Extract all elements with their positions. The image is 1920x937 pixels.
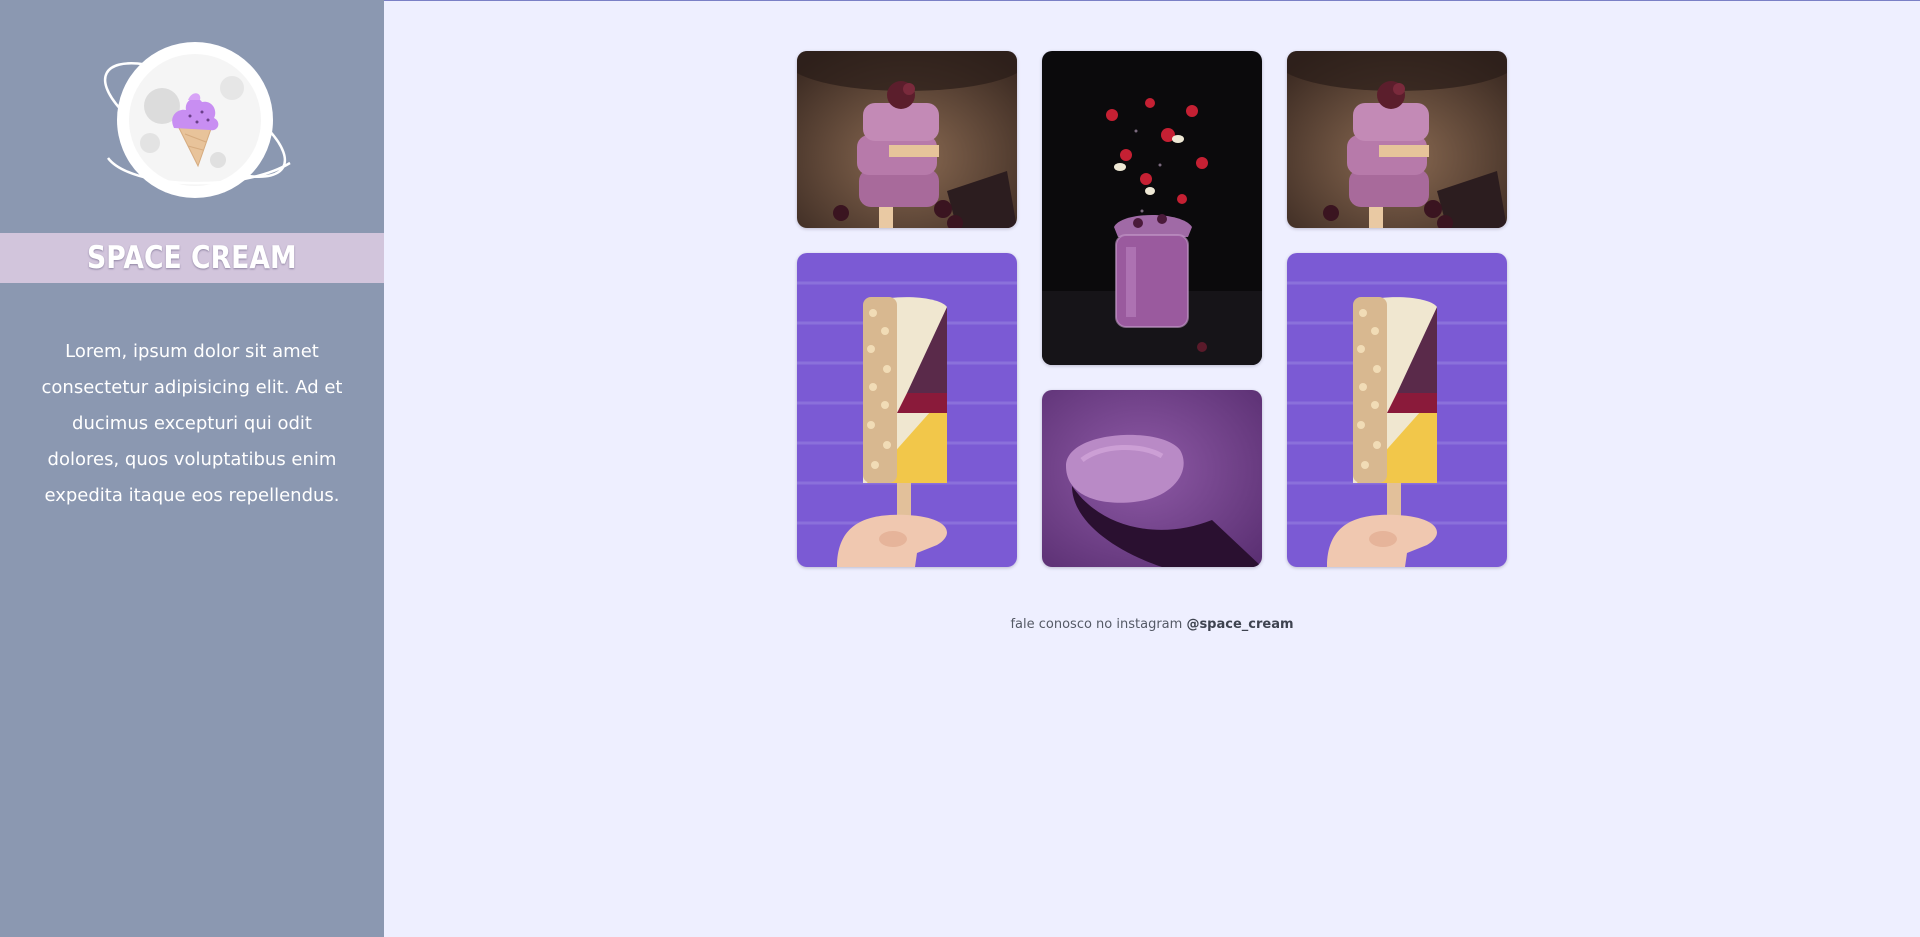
instagram-footer: fale conosco no instagram @space_cream (384, 617, 1920, 632)
brand-title: SPACE CREAM (87, 240, 297, 276)
brand-description: Lorem, ipsum dolor sit amet consectetur … (41, 341, 343, 506)
image-gallery (797, 51, 1507, 567)
gallery-image-nut-coated-popsicle[interactable] (797, 253, 1017, 567)
sidebar: SPACE CREAM Lorem, ipsum dolor sit amet … (0, 0, 384, 937)
gallery-image-berry-popsicles[interactable] (797, 51, 1017, 228)
instagram-footer-label: fale conosco no instagram (1010, 617, 1183, 632)
gallery-image-nut-coated-popsicle[interactable] (1287, 253, 1507, 567)
gallery-image-purple-ice-cream-spoon[interactable] (1042, 390, 1262, 567)
gallery-image-berry-smoothie-jar[interactable] (1042, 51, 1262, 365)
ice-cream-planet-icon (90, 38, 300, 203)
brand-banner: SPACE CREAM (0, 233, 384, 283)
main-content: fale conosco no instagram @space_cream (384, 0, 1920, 937)
gallery-image-berry-popsicles[interactable] (1287, 51, 1507, 228)
instagram-handle-link[interactable]: @space_cream (1186, 617, 1293, 632)
